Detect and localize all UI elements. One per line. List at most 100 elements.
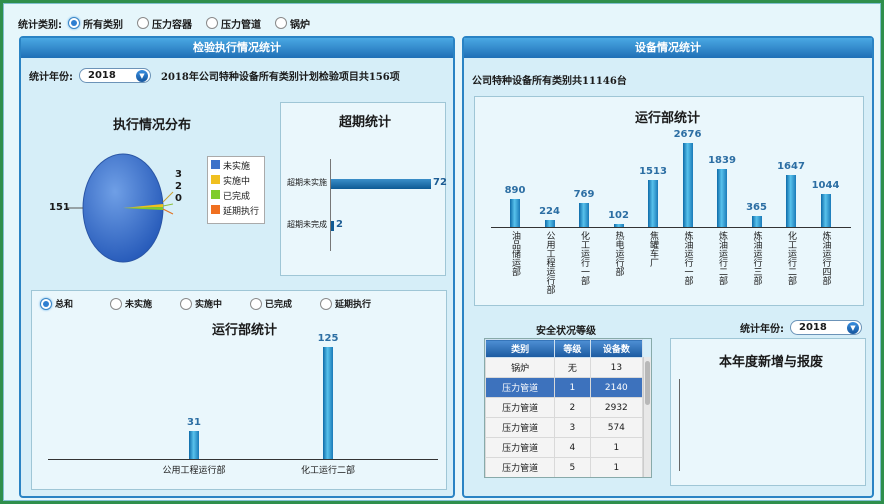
inspection-summary: 2018年公司特种设备所有类别计划检验项目共156项 [161,72,400,83]
pie-label-completed: 2 [175,181,182,192]
table-cell: 2 [554,397,591,418]
table-row[interactable]: 压力管道 3 574 [485,417,644,438]
chevron-down-icon[interactable]: ▼ [847,321,859,334]
dept-bar[interactable] [189,431,199,459]
scrollbar-thumb[interactable] [645,361,650,405]
equipment-bar[interactable] [820,194,831,227]
table-cell: 5 [554,457,591,477]
equipment-year-select[interactable]: 2018 ▼ [790,320,862,335]
pie-label-in-progress: 3 [175,169,182,180]
filter-option-pressure-pipe[interactable]: 压力管道 [206,16,261,31]
inspection-panel: 检验执行情况统计 统计年份: 2018 ▼ 2018年公司特种设备所有类别计划检… [19,36,455,498]
pie-leader-line [162,203,174,207]
equipment-bar-label: 炼油运行四部 [820,231,831,285]
equipment-bar-value: 1839 [708,155,736,167]
equipment-bar-value: 1044 [811,180,840,192]
dept-bar-label: 化工运行二部 [300,466,355,476]
equipment-year-row: 统计年份: 2018 ▼ [740,320,862,335]
equipment-bar-label: 公用工程运行部 [544,231,555,294]
table-cell: 3 [554,417,591,438]
table-cell: 压力管道 [485,417,556,438]
chart-baseline [48,459,438,460]
legend-swatch [211,190,220,199]
inspection-year-row: 统计年份: 2018 ▼ 2018年公司特种设备所有类别计划检验项目共156项 [29,68,400,83]
filter-option-boiler[interactable]: 锅炉 [275,16,310,31]
table-cell: 4 [554,437,591,458]
table-cell: 2140 [589,377,644,398]
legend-item: 未实施 [211,160,261,175]
equipment-bar[interactable] [648,179,658,227]
overdue-value-unfinished: 2 [336,219,343,230]
equipment-bar-label: 焦罐车厂 [648,231,658,267]
equipment-bar[interactable] [510,199,520,227]
pie-legend: 未实施 实施中 已完成 延期执行 [207,156,265,224]
table-cell: 2932 [589,397,644,418]
table-cell: 1 [554,377,591,398]
radio-icon[interactable] [275,17,287,29]
equipment-bar-value: 890 [504,185,526,197]
equipment-bar[interactable] [751,215,762,227]
table-row[interactable]: 压力管道 2 2932 [485,397,644,418]
overdue-label-unfinished: 超期未完成 [287,220,327,229]
overdue-title: 超期统计 [339,115,392,130]
overdue-value-unimplemented: 72 [433,177,447,188]
equipment-bar-label: 热电运行部 [613,231,624,276]
equipment-bar-value: 365 [746,201,767,213]
table-cell: 1 [589,457,644,477]
legend-swatch [211,205,220,214]
filter-option-pressure-vessel[interactable]: 压力容器 [137,16,192,31]
col-header[interactable]: 等级 [554,339,591,358]
safety-table-wrap: 类别 等级 设备数 锅炉无 13 压力管道 1 2140 压力管道 2 2932 压力管道 3 57… [484,338,652,478]
table-cell: 压力管道 [485,377,556,398]
table-row[interactable]: 锅炉无 13 [485,357,644,378]
equipment-bar-label: 油品储运部 [510,231,520,276]
col-header[interactable]: 设备数 [589,339,644,358]
overdue-bar-unimplemented[interactable] [331,179,431,189]
inspection-year-select[interactable]: 2018 ▼ [79,68,151,83]
table-scrollbar[interactable] [643,357,651,477]
table-cell: 1 [589,437,644,458]
table-row[interactable]: 压力管道 4 1 [485,437,644,458]
equipment-bar-label: 化工运行一部 [579,231,589,285]
equipment-summary: 公司特种设备所有类别共11146台 [472,76,627,87]
radio-icon[interactable] [68,17,80,29]
chevron-down-icon[interactable]: ▼ [136,69,148,82]
equipment-bar[interactable] [682,143,693,227]
equipment-bar-value: 102 [608,209,629,221]
equipment-bar-label: 化工运行二部 [786,231,796,285]
pie-title: 执行情况分布 [113,118,192,133]
equipment-bar[interactable] [717,169,727,227]
overdue-label-unimplemented: 超期未实施 [287,178,327,187]
radio-icon[interactable] [137,17,149,29]
table-cell: 压力管道 [485,457,556,477]
equipment-bar-value: 769 [573,188,595,200]
new-scrap-box: 本年度新增与报废 [670,338,866,486]
category-filter: 统计类别: 所有类别 压力容器 压力管道 锅炉 [18,14,318,32]
equipment-dept-box: 运行部统计 890 油品储运部 224 公用工程运行部 769 化工运行一部 102 热电运行… [474,96,864,306]
equipment-bar[interactable] [786,175,796,227]
equipment-bar-label: 炼油运行三部 [751,231,762,285]
dept-bar[interactable] [323,347,333,459]
col-header[interactable]: 类别 [485,339,556,358]
dept-bar-value: 125 [317,333,339,344]
dept-bar-value: 31 [187,417,201,429]
filter-option-all[interactable]: 所有类别 [68,16,123,31]
pie-label-unimplemented: 151 [49,202,70,213]
overdue-bar-unfinished[interactable] [331,221,334,231]
equipment-bar-label: 炼油运行一部 [682,231,693,285]
equipment-bar-value: 1647 [777,161,805,173]
new-scrap-title: 本年度新增与报废 [719,355,824,370]
equipment-bar[interactable] [544,219,555,227]
chart-baseline [491,227,851,228]
legend-swatch [211,160,220,169]
equipment-bar[interactable] [579,202,589,227]
overdue-box: 超期统计 超期未实施 72 超期未完成 2 [280,102,447,276]
table-row[interactable]: 压力管道 5 1 [485,457,644,477]
legend-item: 实施中 [211,175,261,190]
equipment-panel-header: 设备情况统计 [464,38,872,58]
table-row[interactable]: 压力管道 1 2140 [485,377,644,398]
pie-leader-line [162,191,174,203]
radio-icon[interactable] [206,17,218,29]
table-cell: 压力管道 [485,437,556,458]
equipment-bar-value: 224 [539,205,560,217]
